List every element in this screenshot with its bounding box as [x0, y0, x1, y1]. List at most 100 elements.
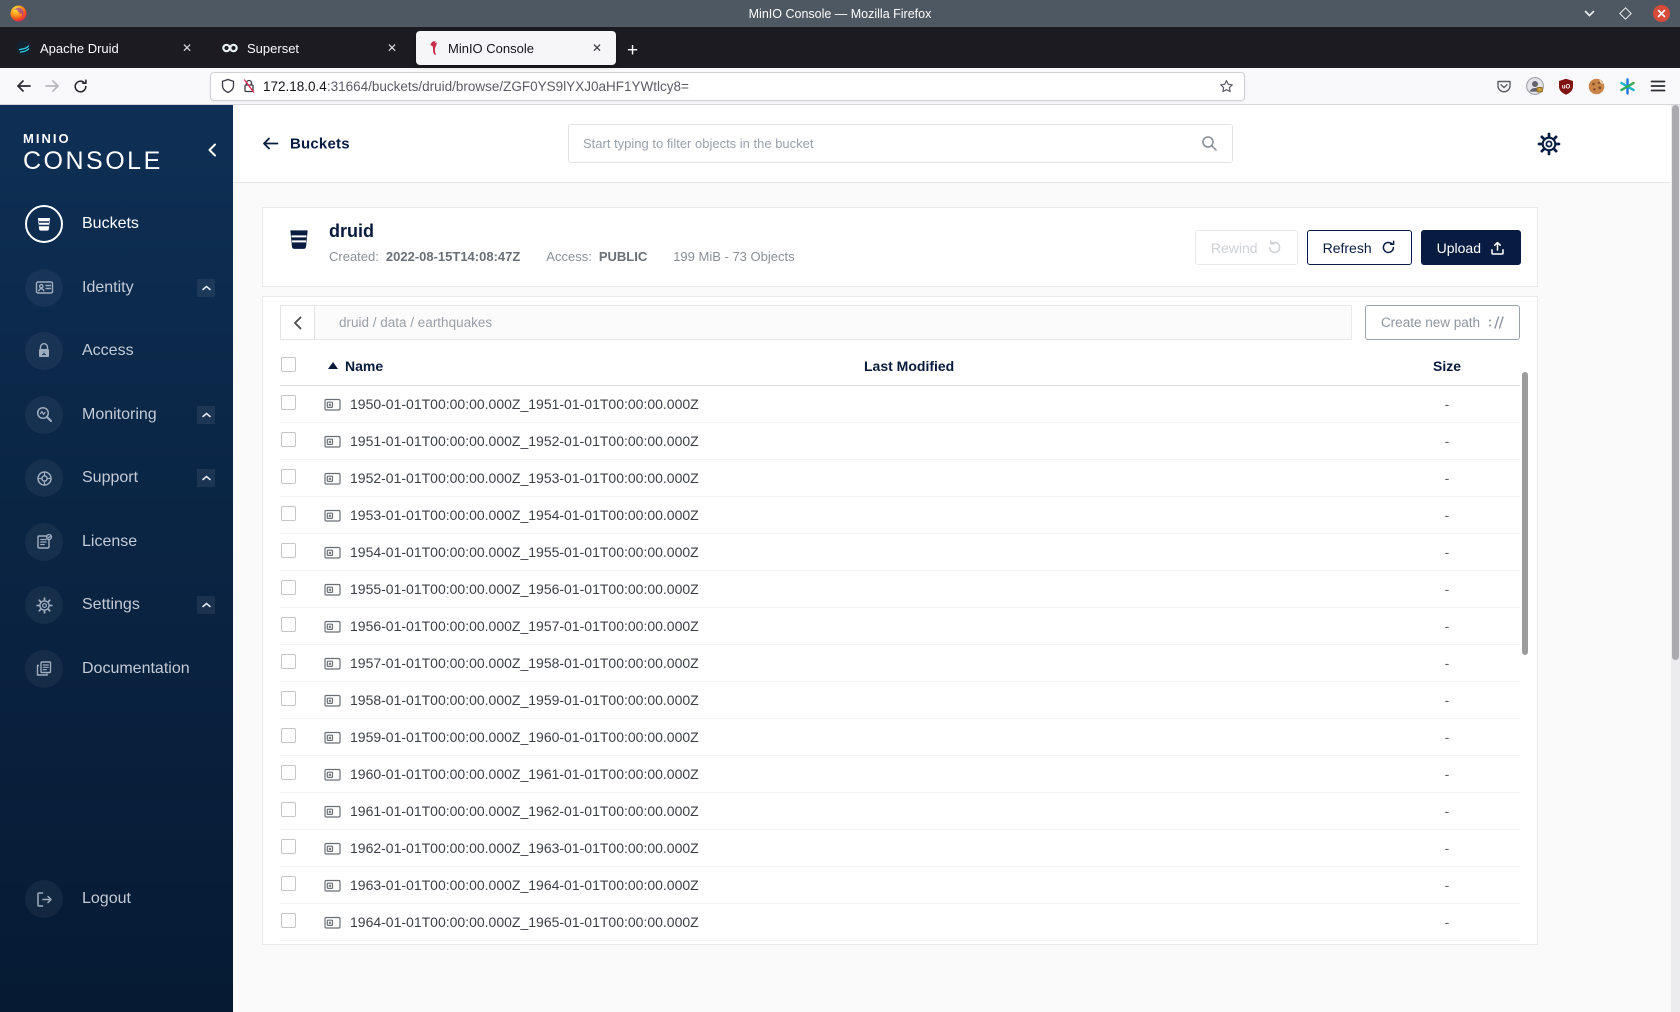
reload-button[interactable]: [66, 73, 94, 99]
row-checkbox[interactable]: [281, 580, 296, 595]
table-row[interactable]: 1964-01-01T00:00:00.000Z_1965-01-01T00:0…: [280, 904, 1520, 941]
sidebar-item-support[interactable]: Support: [0, 456, 233, 500]
row-checkbox[interactable]: [281, 765, 296, 780]
breadcrumb-back-button[interactable]: [280, 305, 315, 340]
table-row[interactable]: 1954-01-01T00:00:00.000Z_1955-01-01T00:0…: [280, 534, 1520, 571]
table-scrollbar[interactable]: [1522, 372, 1528, 932]
sidebar-item-license[interactable]: License: [0, 520, 233, 564]
table-scrollbar-thumb[interactable]: [1522, 372, 1528, 655]
object-name[interactable]: 1953-01-01T00:00:00.000Z_1954-01-01T00:0…: [350, 507, 699, 523]
object-name[interactable]: 1959-01-01T00:00:00.000Z_1960-01-01T00:0…: [350, 729, 699, 745]
row-checkbox[interactable]: [281, 728, 296, 743]
sidebar-item-documentation[interactable]: Documentation: [0, 647, 233, 691]
connection-not-secure-lock-icon[interactable]: [242, 78, 256, 94]
object-name[interactable]: 1954-01-01T00:00:00.000Z_1955-01-01T00:0…: [350, 544, 699, 560]
tracking-protection-shield-icon[interactable]: [221, 78, 235, 94]
object-name[interactable]: 1962-01-01T00:00:00.000Z_1963-01-01T00:0…: [350, 840, 699, 856]
browser-settings-gear-icon[interactable]: [1536, 131, 1562, 157]
sidebar-item-monitoring[interactable]: Monitoring: [0, 393, 233, 437]
refresh-button[interactable]: Refresh: [1306, 230, 1412, 265]
page-scrollbar-thumb[interactable]: [1672, 105, 1679, 660]
object-name[interactable]: 1955-01-01T00:00:00.000Z_1956-01-01T00:0…: [350, 581, 699, 597]
row-checkbox[interactable]: [281, 802, 296, 817]
row-checkbox[interactable]: [281, 395, 296, 410]
table-row[interactable]: 1960-01-01T00:00:00.000Z_1961-01-01T00:0…: [280, 756, 1520, 793]
select-all-checkbox[interactable]: [281, 356, 296, 372]
account-avatar-icon[interactable]: [1526, 77, 1544, 95]
object-name[interactable]: 1951-01-01T00:00:00.000Z_1952-01-01T00:0…: [350, 433, 699, 449]
row-checkbox[interactable]: [281, 913, 296, 928]
size-column-header[interactable]: Size: [1374, 358, 1520, 374]
extension-sparkle-icon[interactable]: [1619, 77, 1636, 95]
chevron-up-icon[interactable]: [197, 469, 215, 487]
object-name[interactable]: 1950-01-01T00:00:00.000Z_1951-01-01T00:0…: [350, 396, 699, 412]
tab-close-icon[interactable]: ✕: [383, 39, 401, 57]
breadcrumb-path[interactable]: druid / data / earthquakes: [339, 315, 492, 330]
last-modified-column-header[interactable]: Last Modified: [864, 358, 1374, 374]
name-column-header[interactable]: Name: [345, 358, 383, 374]
table-row[interactable]: 1961-01-01T00:00:00.000Z_1962-01-01T00:0…: [280, 793, 1520, 830]
object-name[interactable]: 1956-01-01T00:00:00.000Z_1957-01-01T00:0…: [350, 618, 699, 634]
sidebar-collapse-icon[interactable]: [207, 143, 217, 157]
table-row[interactable]: 1951-01-01T00:00:00.000Z_1952-01-01T00:0…: [280, 423, 1520, 460]
table-row[interactable]: 1958-01-01T00:00:00.000Z_1959-01-01T00:0…: [280, 682, 1520, 719]
create-new-path-button[interactable]: Create new path: [1364, 305, 1520, 340]
object-name[interactable]: 1957-01-01T00:00:00.000Z_1958-01-01T00:0…: [350, 655, 699, 671]
cookie-icon[interactable]: [1588, 78, 1605, 95]
ublock-origin-icon[interactable]: uO: [1558, 78, 1574, 95]
upload-button[interactable]: Upload: [1420, 230, 1521, 265]
back-button[interactable]: [10, 73, 38, 99]
rewind-button[interactable]: Rewind: [1194, 230, 1298, 265]
table-row[interactable]: 1963-01-01T00:00:00.000Z_1964-01-01T00:0…: [280, 867, 1520, 904]
sidebar-item-logout[interactable]: Logout: [0, 877, 233, 921]
sidebar-item-identity[interactable]: Identity: [0, 266, 233, 310]
row-checkbox[interactable]: [281, 839, 296, 854]
window-maximize-button[interactable]: [1616, 5, 1634, 23]
object-name[interactable]: 1963-01-01T00:00:00.000Z_1964-01-01T00:0…: [350, 877, 699, 893]
row-checkbox[interactable]: [281, 432, 296, 447]
chevron-up-icon[interactable]: [197, 596, 215, 614]
bookmark-star-icon[interactable]: [1219, 79, 1234, 94]
window-minimize-button[interactable]: [1580, 5, 1598, 23]
breadcrumb[interactable]: druid / data / earthquakes: [315, 305, 1352, 340]
forward-button[interactable]: [38, 73, 66, 99]
back-to-buckets[interactable]: Buckets: [262, 135, 350, 152]
tab-superset[interactable]: Superset ✕: [211, 31, 417, 65]
pocket-icon[interactable]: [1496, 78, 1512, 94]
row-checkbox[interactable]: [281, 469, 296, 484]
object-filter-search[interactable]: [568, 124, 1233, 163]
table-row[interactable]: 1959-01-01T00:00:00.000Z_1960-01-01T00:0…: [280, 719, 1520, 756]
row-checkbox[interactable]: [281, 876, 296, 891]
table-row[interactable]: 1957-01-01T00:00:00.000Z_1958-01-01T00:0…: [280, 645, 1520, 682]
url-bar[interactable]: 172.18.0.4:31664/buckets/druid/browse/ZG…: [210, 71, 1245, 101]
object-name[interactable]: 1952-01-01T00:00:00.000Z_1953-01-01T00:0…: [350, 470, 699, 486]
page-scrollbar[interactable]: [1671, 105, 1680, 1012]
chevron-up-icon[interactable]: [197, 278, 215, 297]
row-checkbox[interactable]: [281, 654, 296, 669]
object-name[interactable]: 1964-01-01T00:00:00.000Z_1965-01-01T00:0…: [350, 914, 699, 930]
table-row[interactable]: 1955-01-01T00:00:00.000Z_1956-01-01T00:0…: [280, 571, 1520, 608]
object-name[interactable]: 1961-01-01T00:00:00.000Z_1962-01-01T00:0…: [350, 803, 699, 819]
table-row[interactable]: 1953-01-01T00:00:00.000Z_1954-01-01T00:0…: [280, 497, 1520, 534]
window-close-button[interactable]: [1652, 5, 1670, 23]
sidebar-item-access[interactable]: Access: [0, 329, 233, 373]
sort-ascending-icon[interactable]: [328, 362, 338, 369]
back-label[interactable]: Buckets: [290, 135, 350, 152]
chevron-up-icon[interactable]: [197, 405, 215, 424]
hamburger-menu-icon[interactable]: [1650, 79, 1666, 93]
object-name[interactable]: 1958-01-01T00:00:00.000Z_1959-01-01T00:0…: [350, 692, 699, 708]
row-checkbox[interactable]: [281, 617, 296, 632]
row-checkbox[interactable]: [281, 691, 296, 706]
tab-apache-druid[interactable]: Apache Druid ✕: [6, 31, 212, 65]
tab-close-icon[interactable]: ✕: [178, 39, 196, 57]
row-checkbox[interactable]: [281, 543, 296, 558]
table-row[interactable]: 1952-01-01T00:00:00.000Z_1953-01-01T00:0…: [280, 460, 1520, 497]
row-checkbox[interactable]: [281, 506, 296, 521]
search-input[interactable]: [583, 136, 1201, 151]
sidebar-item-buckets[interactable]: Buckets: [0, 202, 233, 246]
tab-minio-console[interactable]: MinIO Console ✕: [416, 31, 616, 65]
table-row[interactable]: 1950-01-01T00:00:00.000Z_1951-01-01T00:0…: [280, 386, 1520, 423]
tab-close-icon[interactable]: ✕: [588, 39, 606, 57]
object-name[interactable]: 1960-01-01T00:00:00.000Z_1961-01-01T00:0…: [350, 766, 699, 782]
table-row[interactable]: 1956-01-01T00:00:00.000Z_1957-01-01T00:0…: [280, 608, 1520, 645]
